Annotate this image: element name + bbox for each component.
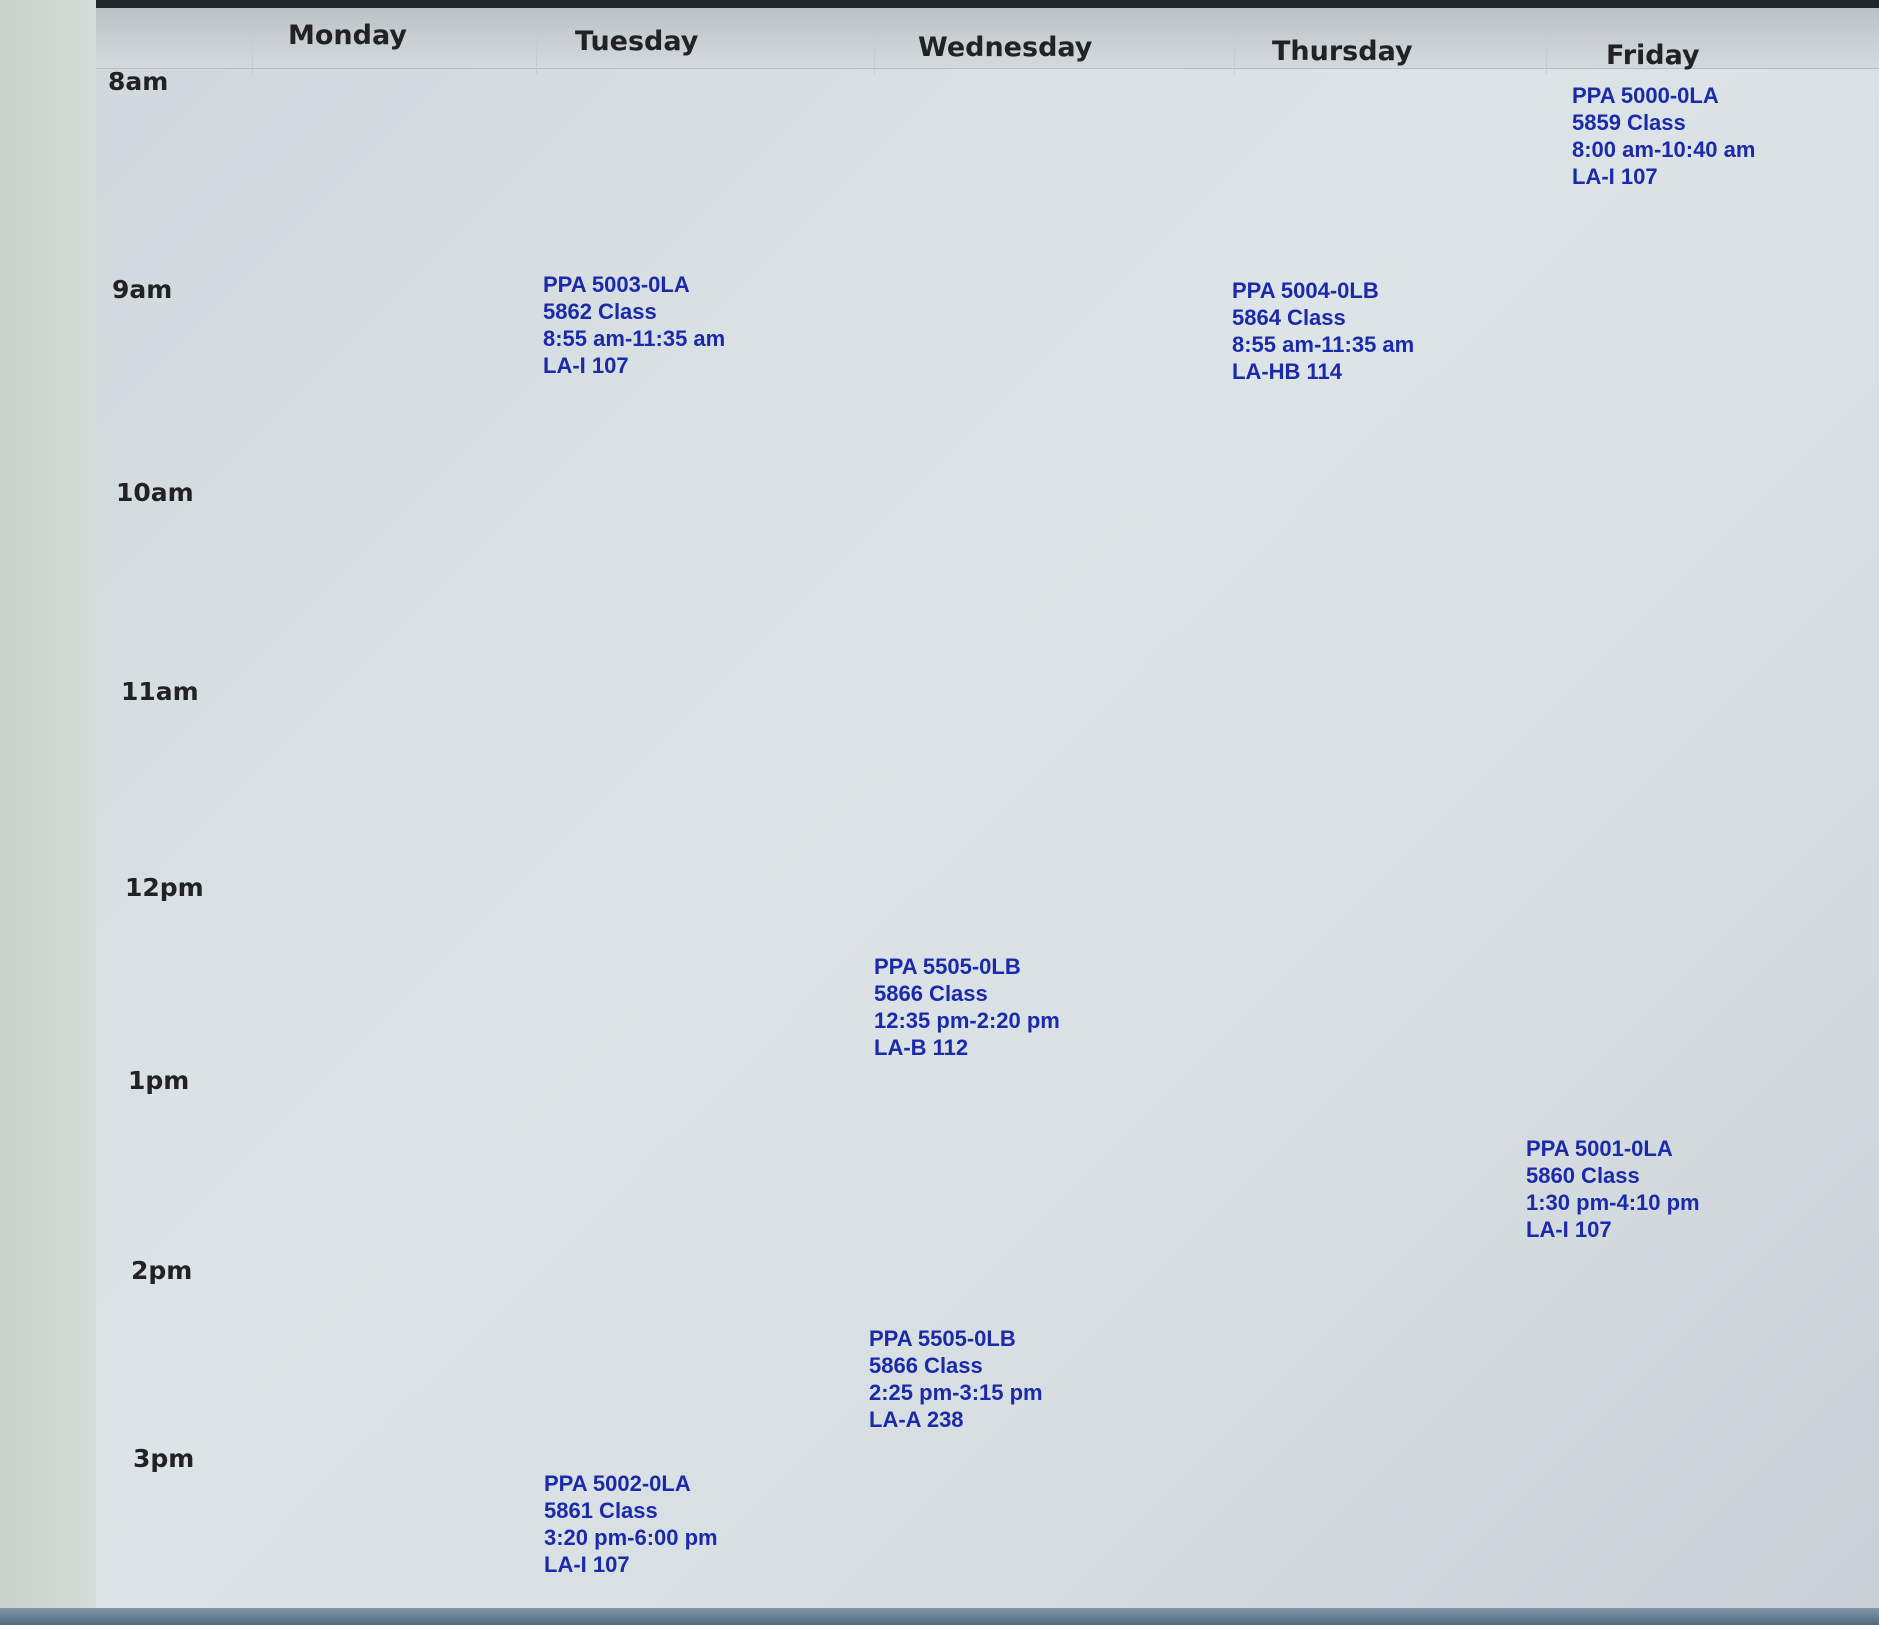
event-time: 12:35 pm-2:20 pm [874,1008,1060,1033]
event-room: LA-A 238 [869,1407,964,1432]
day-header-thursday: Thursday [1272,36,1413,67]
class-event[interactable]: PPA 5004-0LB 5864 Class 8:55 am-11:35 am… [1232,277,1414,385]
event-room: LA-I 107 [544,1552,630,1577]
monitor-bottom-edge [0,1608,1879,1625]
event-time: 2:25 pm-3:15 pm [869,1380,1043,1405]
event-course: PPA 5002-0LA [544,1471,691,1496]
hour-label-1pm: 1pm [128,1066,190,1095]
event-crn: 5860 Class [1526,1163,1640,1188]
class-event[interactable]: PPA 5002-0LA 5861 Class 3:20 pm-6:00 pm … [544,1470,718,1578]
column-divider [874,30,875,74]
class-event[interactable]: PPA 5505-0LB 5866 Class 2:25 pm-3:15 pm … [869,1325,1043,1433]
event-course: PPA 5003-0LA [543,272,690,297]
event-room: LA-B 112 [874,1035,969,1060]
event-room: LA-I 107 [543,353,629,378]
event-crn: 5862 Class [543,299,657,324]
hour-label-11am: 11am [121,677,199,706]
event-crn: 5866 Class [869,1353,983,1378]
day-header-monday: Monday [288,20,407,51]
event-course: PPA 5004-0LB [1232,278,1379,303]
event-room: LA-I 107 [1572,164,1658,189]
event-course: PPA 5001-0LA [1526,1136,1673,1161]
event-crn: 5864 Class [1232,305,1346,330]
day-header-friday: Friday [1606,40,1700,71]
event-crn: 5866 Class [874,981,988,1006]
event-course: PPA 5505-0LB [869,1326,1016,1351]
event-time: 8:55 am-11:35 am [543,326,726,351]
event-time: 3:20 pm-6:00 pm [544,1525,718,1550]
hour-label-2pm: 2pm [131,1256,193,1285]
column-divider [1546,30,1547,74]
event-course: PPA 5000-0LA [1572,83,1719,108]
hour-label-9am: 9am [112,275,173,304]
event-time: 8:00 am-10:40 am [1572,137,1756,162]
event-time: 1:30 pm-4:10 pm [1526,1190,1700,1215]
class-event[interactable]: PPA 5003-0LA 5862 Class 8:55 am-11:35 am… [543,271,725,379]
class-event[interactable]: PPA 5000-0LA 5859 Class 8:00 am-10:40 am… [1572,82,1755,190]
event-crn: 5861 Class [544,1498,658,1523]
class-event[interactable]: PPA 5001-0LA 5860 Class 1:30 pm-4:10 pm … [1526,1135,1700,1243]
event-room: LA-HB 114 [1232,359,1343,384]
column-divider [252,30,253,74]
hour-label-12pm: 12pm [125,873,204,902]
day-header-tuesday: Tuesday [575,26,699,57]
event-course: PPA 5505-0LB [874,954,1021,979]
hour-label-10am: 10am [116,478,194,507]
event-room: LA-I 107 [1526,1217,1612,1242]
hour-label-3pm: 3pm [133,1444,195,1473]
day-header-wednesday: Wednesday [918,32,1093,63]
left-margin [0,0,96,1625]
column-divider [536,30,537,74]
column-divider [1234,30,1235,74]
class-event[interactable]: PPA 5505-0LB 5866 Class 12:35 pm-2:20 pm… [874,953,1060,1061]
hour-label-8am: 8am [108,67,169,96]
event-crn: 5859 Class [1572,110,1686,135]
event-time: 8:55 am-11:35 am [1232,332,1415,357]
schedule-screen: Monday Tuesday Wednesday Thursday Friday… [0,0,1879,1625]
